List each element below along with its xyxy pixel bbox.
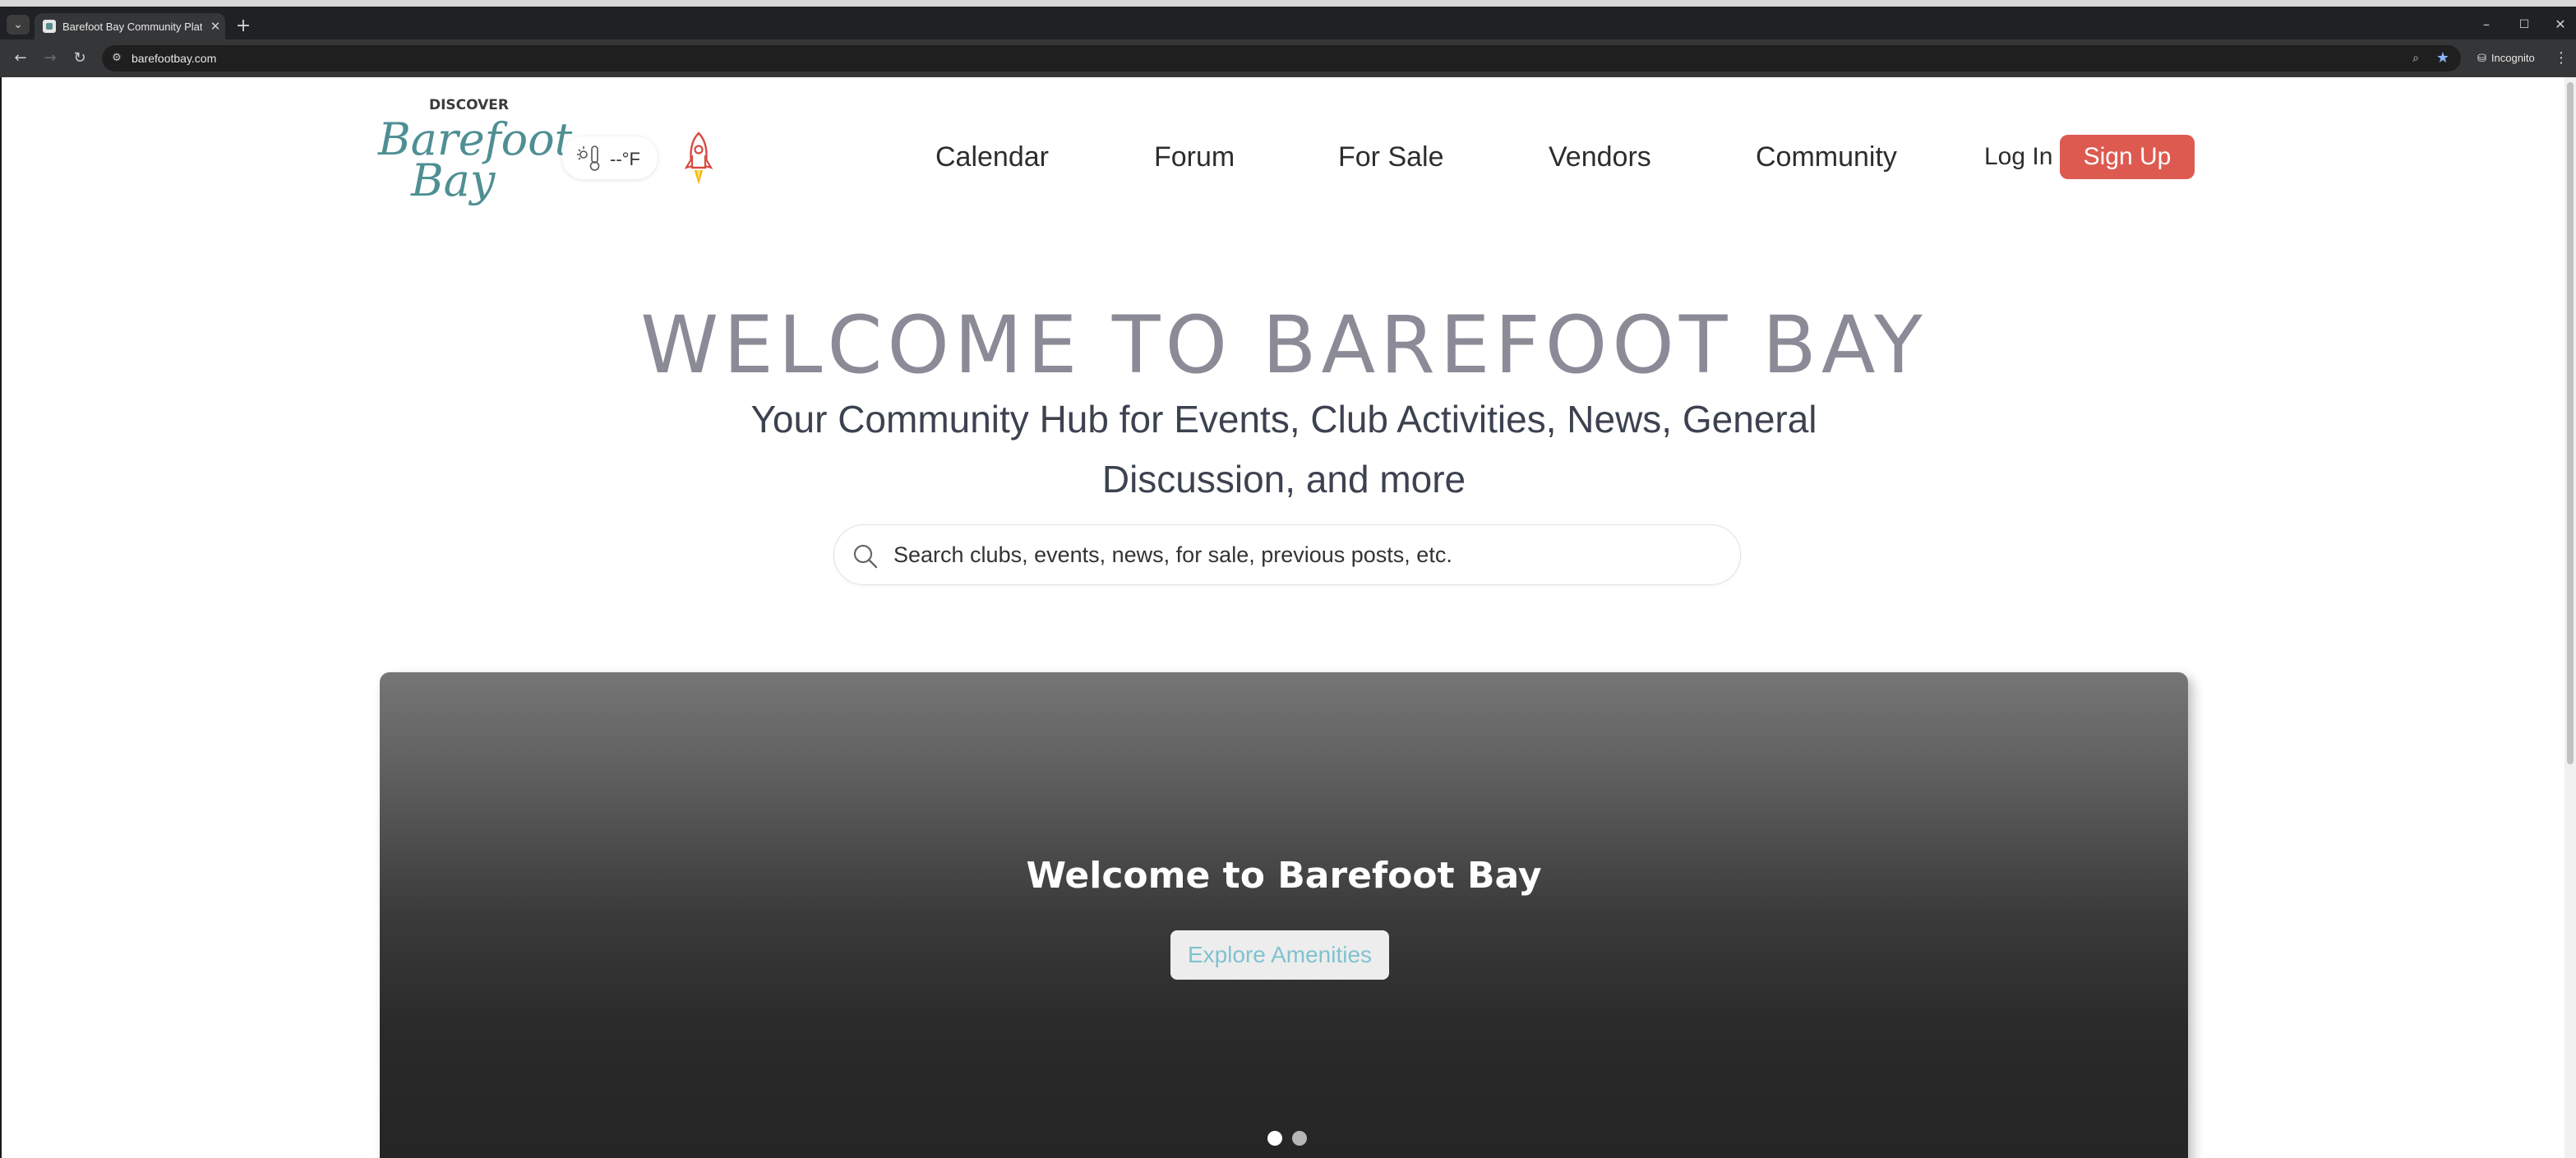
rocket-icon[interactable]	[681, 131, 717, 189]
page-scrollbar[interactable]	[2564, 77, 2576, 1158]
tab-bar: ⌄ Barefoot Bay Community Platfo ✕ + – ☐ …	[0, 7, 2576, 39]
signup-button[interactable]: Sign Up	[2060, 135, 2195, 179]
tab-title: Barefoot Bay Community Platfo	[62, 21, 202, 33]
incognito-icon: ⛁	[2477, 53, 2486, 65]
carousel-dot-1[interactable]	[1267, 1131, 1282, 1146]
carousel-dot-2[interactable]	[1292, 1131, 1307, 1146]
new-tab-button[interactable]: +	[233, 16, 253, 36]
login-link[interactable]: Log In	[1984, 143, 2052, 171]
slide-title: Welcome to Barefoot Bay	[1026, 855, 1542, 897]
logo-discover-text: DISCOVER	[429, 97, 510, 113]
nav-for-sale[interactable]: For Sale	[1338, 141, 1444, 173]
logo-bay-text: Bay	[411, 155, 496, 206]
window-top-border	[0, 0, 2576, 7]
page-viewport: DISCOVER Barefoot Bay --°F Calendar Foru…	[0, 77, 2576, 1158]
favicon-icon	[43, 20, 56, 33]
hero-subtitle: Your Community Hub for Events, Club Acti…	[750, 398, 1817, 501]
scrollbar-thumb[interactable]	[2567, 82, 2574, 764]
weather-widget[interactable]: --°F	[562, 136, 658, 179]
nav-calendar[interactable]: Calendar	[935, 141, 1049, 173]
explore-amenities-button[interactable]: Explore Amenities	[1170, 930, 1389, 980]
zoom-icon[interactable]: ⌕	[2408, 51, 2423, 66]
forward-arrow-icon[interactable]: →	[39, 48, 61, 69]
window-close-icon[interactable]: ✕	[2548, 15, 2573, 35]
maximize-icon[interactable]: ☐	[2512, 15, 2537, 35]
active-tab[interactable]: Barefoot Bay Community Platfo ✕	[35, 13, 225, 39]
search-icon	[853, 544, 878, 569]
browser-menu-icon[interactable]: ⋮	[2553, 48, 2569, 69]
nav-forum[interactable]: Forum	[1154, 141, 1235, 173]
nav-vendors[interactable]: Vendors	[1549, 141, 1651, 173]
reload-icon[interactable]: ↻	[69, 48, 90, 69]
search-input[interactable]	[893, 540, 1715, 570]
hero-title: WELCOME TO BAREFOOT BAY	[640, 299, 1927, 391]
weather-thermometer-icon	[577, 145, 600, 171]
site-info-icon[interactable]: ⚙	[110, 52, 123, 65]
minimize-icon[interactable]: –	[2474, 15, 2499, 35]
url-text[interactable]: barefootbay.com	[132, 52, 216, 65]
incognito-label: Incognito	[2491, 52, 2535, 64]
tab-search-button[interactable]: ⌄	[7, 15, 30, 35]
incognito-indicator[interactable]: ⛁ Incognito	[2471, 48, 2541, 69]
bookmark-star-icon[interactable]: ★	[2435, 50, 2451, 67]
address-bar[interactable]: ⚙ barefootbay.com ⌕ ★	[102, 45, 2461, 72]
browser-toolbar: ← → ↻ ⚙ barefootbay.com ⌕ ★ ⛁ Incognito ⋮	[0, 39, 2576, 77]
back-arrow-icon[interactable]: ←	[10, 48, 31, 69]
site-logo[interactable]: DISCOVER Barefoot Bay	[378, 97, 572, 209]
weather-temperature: --°F	[610, 149, 640, 169]
tab-close-icon[interactable]: ✕	[207, 18, 224, 35]
search-bar[interactable]	[833, 524, 1741, 585]
hero-carousel: Welcome to Barefoot Bay Explore Amenitie…	[380, 672, 2188, 1158]
nav-community[interactable]: Community	[1756, 141, 1897, 173]
